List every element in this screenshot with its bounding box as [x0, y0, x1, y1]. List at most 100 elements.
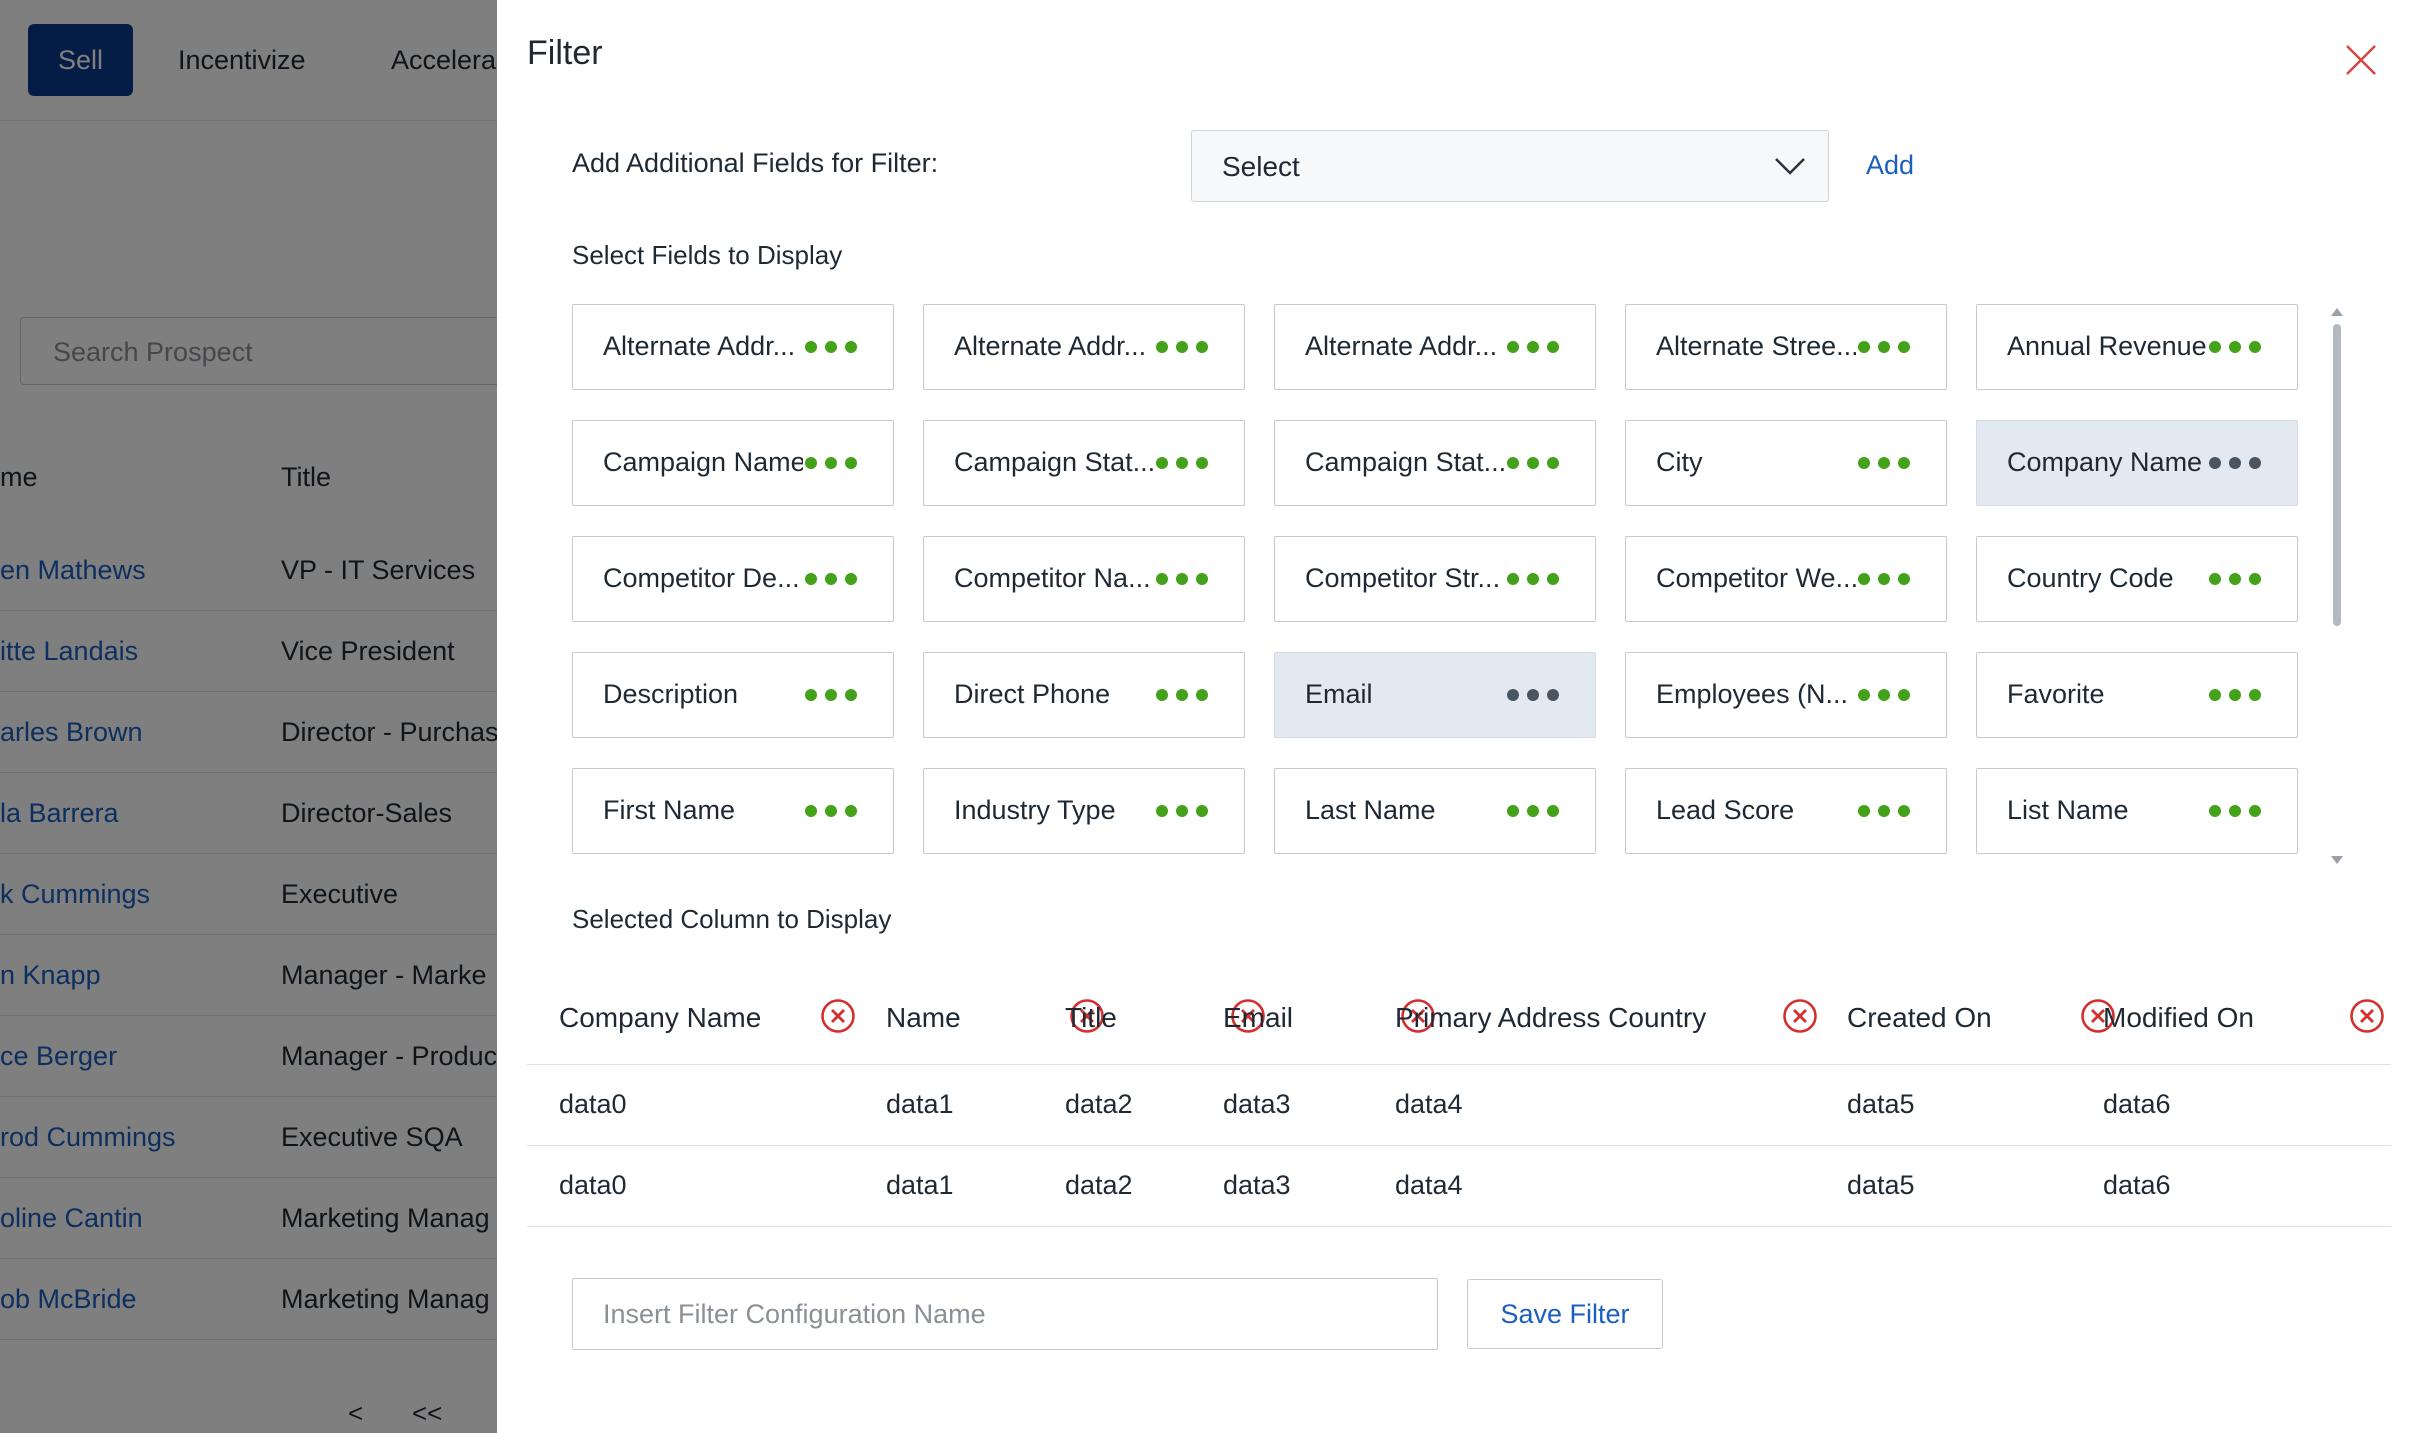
field-tile[interactable]: Direct Phone: [923, 652, 1245, 738]
remove-column-icon[interactable]: [820, 998, 856, 1034]
table-row: data0 data1 data2 data3 data4 data5 data6: [527, 1146, 2391, 1227]
scroll-thumb[interactable]: [2333, 324, 2341, 626]
field-tile[interactable]: Competitor We...: [1625, 536, 1947, 622]
field-tile[interactable]: Alternate Addr...: [1274, 304, 1596, 390]
field-label: Alternate Addr...: [1305, 331, 1498, 361]
more-options-icon[interactable]: [1507, 457, 1559, 469]
save-filter-button[interactable]: Save Filter: [1467, 1279, 1663, 1349]
field-tile[interactable]: Last Name: [1274, 768, 1596, 854]
more-options-icon[interactable]: [1507, 341, 1559, 353]
table-cell: data4: [1395, 1089, 1463, 1119]
field-label: Last Name: [1305, 795, 1436, 825]
scroll-down-arrow[interactable]: [2331, 856, 2343, 864]
field-grid-scrollbar[interactable]: [2330, 306, 2344, 866]
selected-column-header: Modified On: [2103, 1002, 2254, 1033]
field-label: Alternate Addr...: [954, 331, 1147, 361]
remove-column-icon[interactable]: [2349, 998, 2385, 1034]
field-label: Direct Phone: [954, 679, 1111, 709]
field-tile[interactable]: City: [1625, 420, 1947, 506]
more-options-icon[interactable]: [2209, 341, 2261, 353]
field-label: City: [1656, 447, 1703, 477]
more-options-icon[interactable]: [805, 573, 857, 585]
selected-column-header: Title: [1065, 1002, 1117, 1033]
panel-title: Filter: [527, 34, 603, 72]
more-options-icon[interactable]: [1858, 573, 1910, 585]
field-label: Campaign Stat...: [1305, 447, 1505, 477]
table-cell: data3: [1223, 1170, 1291, 1200]
field-label: First Name: [603, 795, 736, 825]
field-tile[interactable]: List Name: [1976, 768, 2298, 854]
more-options-icon[interactable]: [805, 689, 857, 701]
field-label: Campaign Stat...: [954, 447, 1154, 477]
more-options-icon[interactable]: [2209, 573, 2261, 585]
more-options-icon[interactable]: [1156, 341, 1208, 353]
field-label: Company Name: [2007, 447, 2203, 477]
table-cell: data5: [1847, 1089, 1915, 1119]
filter-name-input[interactable]: [572, 1278, 1438, 1350]
field-tile[interactable]: Favorite: [1976, 652, 2298, 738]
field-tile[interactable]: Company Name: [1976, 420, 2298, 506]
more-options-icon[interactable]: [1156, 689, 1208, 701]
field-tile[interactable]: Competitor Na...: [923, 536, 1245, 622]
select-fields-heading: Select Fields to Display: [572, 240, 843, 270]
more-options-icon[interactable]: [1156, 805, 1208, 817]
field-label: Alternate Addr...: [603, 331, 796, 361]
selected-column-header: Primary Address Country: [1395, 1002, 1707, 1033]
more-options-icon[interactable]: [1858, 457, 1910, 469]
field-tile[interactable]: Alternate Addr...: [923, 304, 1245, 390]
table-cell: data6: [2103, 1170, 2171, 1200]
field-tile[interactable]: Campaign Stat...: [923, 420, 1245, 506]
more-options-icon[interactable]: [2209, 457, 2261, 469]
field-tile[interactable]: Employees (N...: [1625, 652, 1947, 738]
select-value: Select: [1222, 151, 1300, 182]
field-tile[interactable]: Campaign Name: [572, 420, 894, 506]
selected-columns-heading: Selected Column to Display: [572, 904, 892, 934]
field-tile[interactable]: Annual Revenue: [1976, 304, 2298, 390]
field-tile[interactable]: Campaign Stat...: [1274, 420, 1596, 506]
table-cell: data0: [559, 1089, 627, 1119]
add-field-link[interactable]: Add: [1866, 150, 1914, 181]
table-cell: data2: [1065, 1170, 1133, 1200]
close-icon[interactable]: [2343, 42, 2379, 78]
field-grid: Alternate Addr... Alternate Addr... Altern…: [572, 304, 2306, 858]
field-tile[interactable]: Alternate Addr...: [572, 304, 894, 390]
field-label: Lead Score: [1656, 795, 1795, 825]
more-options-icon[interactable]: [805, 805, 857, 817]
field-tile[interactable]: Competitor De...: [572, 536, 894, 622]
table-cell: data1: [886, 1089, 954, 1119]
more-options-icon[interactable]: [2209, 689, 2261, 701]
more-options-icon[interactable]: [1507, 573, 1559, 585]
field-label: Competitor Na...: [954, 563, 1151, 593]
field-tile[interactable]: Description: [572, 652, 894, 738]
selected-columns-table: Company Name Name Title Email Primary Addres…: [527, 972, 2391, 1227]
more-options-icon[interactable]: [1858, 341, 1910, 353]
remove-column-icon[interactable]: [1782, 998, 1818, 1034]
selected-column-header: Name: [886, 1002, 961, 1033]
chevron-down-icon: [1775, 158, 1805, 175]
more-options-icon[interactable]: [1156, 457, 1208, 469]
field-tile[interactable]: First Name: [572, 768, 894, 854]
more-options-icon[interactable]: [1507, 689, 1559, 701]
selected-column-header: Created On: [1847, 1002, 1992, 1033]
more-options-icon[interactable]: [1507, 805, 1559, 817]
field-tile[interactable]: Lead Score: [1625, 768, 1947, 854]
more-options-icon[interactable]: [1858, 805, 1910, 817]
field-tile[interactable]: Country Code: [1976, 536, 2298, 622]
more-options-icon[interactable]: [805, 457, 857, 469]
field-tile[interactable]: Alternate Stree...: [1625, 304, 1947, 390]
scroll-up-arrow[interactable]: [2331, 308, 2343, 316]
field-label: Annual Revenue: [2007, 331, 2207, 361]
more-options-icon[interactable]: [805, 341, 857, 353]
more-options-icon[interactable]: [1156, 573, 1208, 585]
field-tile[interactable]: Industry Type: [923, 768, 1245, 854]
field-label: Employees (N...: [1656, 679, 1849, 709]
more-options-icon[interactable]: [1858, 689, 1910, 701]
field-select-dropdown[interactable]: Select: [1191, 130, 1829, 202]
more-options-icon[interactable]: [2209, 805, 2261, 817]
field-tile[interactable]: Competitor Str...: [1274, 536, 1596, 622]
table-cell: data0: [559, 1170, 627, 1200]
field-tile[interactable]: Email: [1274, 652, 1596, 738]
field-label: Industry Type: [954, 795, 1116, 825]
table-row: data0 data1 data2 data3 data4 data5 data6: [527, 1065, 2391, 1146]
table-cell: data6: [2103, 1089, 2171, 1119]
